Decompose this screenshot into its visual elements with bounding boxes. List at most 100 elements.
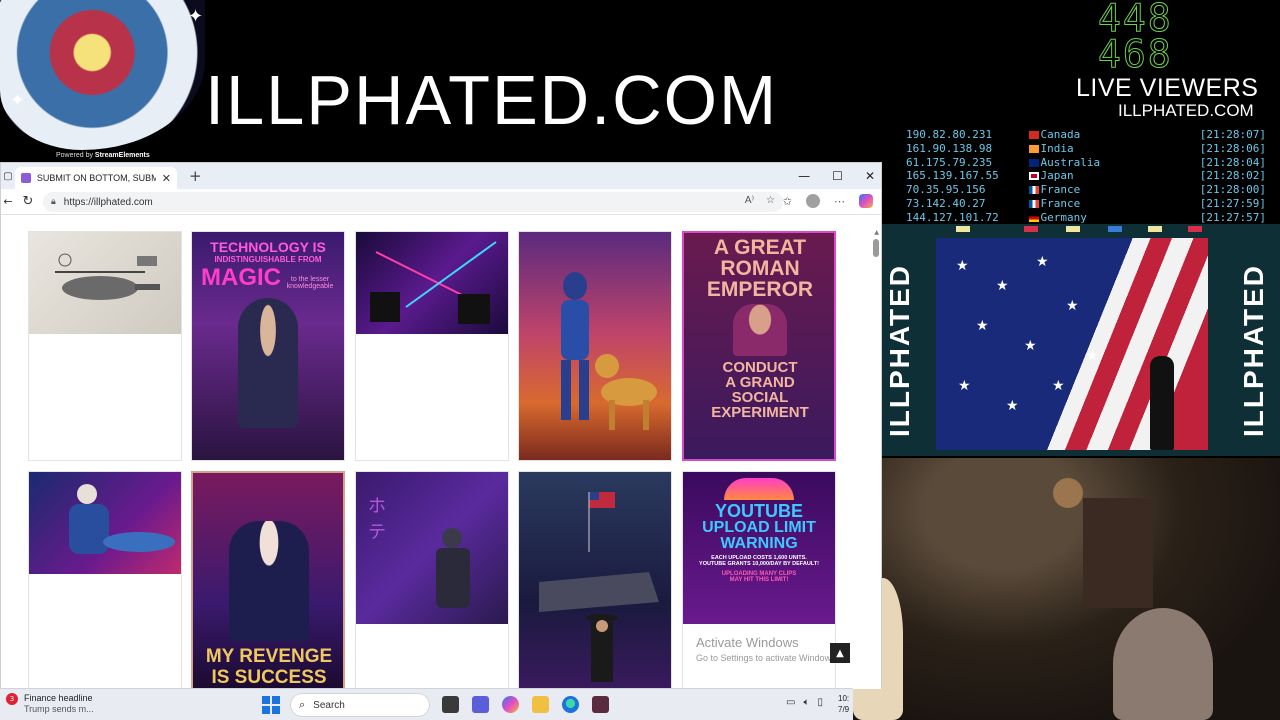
site-favicon-icon xyxy=(21,173,31,183)
favorites-icon[interactable]: ✩ xyxy=(783,195,792,208)
flag-video-panel: ★ ★ ★ ★ ★ ★ ★ ★ ★ ★ ILLPHATED ILLPHATED xyxy=(882,224,1280,456)
flag-icon xyxy=(1028,199,1039,208)
favorite-star-icon[interactable]: ☆ xyxy=(766,195,775,206)
tab-title: SUBMIT ON BOTTOM, SUBMIT AN xyxy=(36,173,156,183)
maximize-button[interactable]: ☐ xyxy=(832,169,843,183)
image-card[interactable] xyxy=(28,471,182,689)
poster-subtext: YOUTUBE GRANTS 10,000/DAY BY DEFAULT! xyxy=(699,560,819,567)
image-card[interactable]: ホ テ xyxy=(355,471,509,689)
back-button[interactable]: ← xyxy=(1,195,15,208)
alley-figure-image: ホ テ xyxy=(356,472,508,624)
technology-magic-poster: TECHNOLOGY IS INDISTINGUISHABLE FROM MAG… xyxy=(192,232,344,460)
star-icon: ★ xyxy=(956,258,969,274)
poster-headline: YOUTUBE xyxy=(714,501,803,521)
close-tab-icon[interactable]: ✕ xyxy=(162,172,171,185)
network-icon[interactable]: ▭ xyxy=(786,697,795,708)
battery-icon[interactable]: ▯ xyxy=(817,697,823,708)
tab-bar: ▢ SUBMIT ON BOTTOM, SUBMIT AN ✕ + — ☐ ✕ xyxy=(1,163,881,189)
background-shelf xyxy=(1083,498,1153,608)
star-icon: ★ xyxy=(958,378,971,394)
visitor-row: 70.35.95.156 France [21:28:00] xyxy=(906,183,1266,197)
edge-browser-icon[interactable] xyxy=(562,696,579,713)
emperor-figure xyxy=(733,304,787,356)
poster-subtext: MAY HIT THIS LIMIT! xyxy=(729,577,789,583)
flag-icon xyxy=(1028,213,1039,222)
page-content: ▲ TECHNOLOGY IS INDISTINGUISHABLE FROM M… xyxy=(1,215,881,689)
window-controls: — ☐ ✕ xyxy=(798,163,875,189)
more-menu-icon[interactable]: ⋯ xyxy=(834,195,845,208)
app-icon[interactable] xyxy=(592,696,609,713)
scrollbar-thumb[interactable] xyxy=(873,239,879,257)
profile-avatar[interactable] xyxy=(806,194,820,208)
lamp-glow xyxy=(1053,478,1083,508)
poster-headline: EMPEROR xyxy=(706,278,814,301)
roman-emperor-poster: A GREAT ROMAN EMPEROR CONDUCT A GRAND SO… xyxy=(684,233,834,459)
figure-drawing xyxy=(69,484,175,554)
scroll-to-top-button[interactable]: ▲ xyxy=(830,643,850,663)
teams-icon[interactable] xyxy=(472,696,489,713)
poster-headline: UPLOAD LIMIT xyxy=(702,519,816,536)
banner-title: ILLPHATED.COM xyxy=(205,61,779,139)
light-icon xyxy=(1108,226,1122,232)
flag-icon xyxy=(1028,144,1039,153)
image-card[interactable] xyxy=(355,231,509,461)
new-tab-button[interactable]: + xyxy=(189,167,202,185)
volume-icon[interactable]: 🔈︎ xyxy=(803,697,809,708)
image-card[interactable]: A GREAT ROMAN EMPEROR CONDUCT A GRAND SO… xyxy=(682,231,836,461)
tab-active[interactable]: SUBMIT ON BOTTOM, SUBMIT AN ✕ xyxy=(15,167,177,189)
url-text: https://illphated.com xyxy=(63,196,153,208)
sparkle-icon: ✦ xyxy=(10,90,26,111)
visitor-row: 61.175.79.235 Australia [21:28:04] xyxy=(906,155,1266,169)
poster-headline: A GRAND xyxy=(725,374,795,391)
washington-figure xyxy=(229,521,309,641)
news-title: Finance headline xyxy=(24,693,93,703)
scroll-up-arrow-icon[interactable]: ▲ xyxy=(874,229,879,236)
stage-lights xyxy=(882,226,1280,234)
light-icon xyxy=(1066,226,1080,232)
battleship-cowboy-image xyxy=(519,472,671,689)
close-window-button[interactable]: ✕ xyxy=(865,169,875,183)
star-icon: ★ xyxy=(1052,378,1065,394)
browser-window: ▢ SUBMIT ON BOTTOM, SUBMIT AN ✕ + — ☐ ✕ … xyxy=(0,162,882,689)
taskbar-search[interactable]: ⌕ Search xyxy=(290,693,430,717)
lock-icon[interactable]: 🔒︎ xyxy=(51,197,56,207)
battleship-drawing xyxy=(539,492,659,682)
image-card[interactable] xyxy=(28,231,182,461)
robot-and-dog-image xyxy=(519,232,671,460)
file-explorer-icon[interactable] xyxy=(532,696,549,713)
visitor-row: 190.82.80.231 Canada [21:28:07] xyxy=(906,128,1266,141)
star-icon: ★ xyxy=(996,278,1009,294)
image-card[interactable]: TECHNOLOGY IS INDISTINGUISHABLE FROM MAG… xyxy=(191,231,345,461)
news-widget[interactable]: 3 Finance headline Trump sends m... xyxy=(6,693,94,715)
refresh-button[interactable]: ↻ xyxy=(15,194,41,209)
poster-headline: IS SUCCESS xyxy=(211,667,327,688)
image-card[interactable]: MY REVENGE IS SUCCESS xyxy=(191,471,345,689)
robot-dog-drawing xyxy=(561,272,657,430)
address-bar-actions: A⁾ ☆ xyxy=(745,195,775,206)
poster-headline: ROMAN xyxy=(720,257,800,280)
image-card[interactable] xyxy=(518,231,672,461)
flag-icon xyxy=(1028,172,1039,181)
neon-lasers-image xyxy=(356,232,508,334)
poster-headline: CONDUCT xyxy=(722,359,798,376)
poster-headline: SOCIAL xyxy=(731,389,789,406)
copilot-icon[interactable] xyxy=(859,194,873,208)
laser-beams xyxy=(370,241,497,324)
poster-headline: WARNING xyxy=(720,535,798,552)
visitor-row: 161.90.138.98 India [21:28:06] xyxy=(906,141,1266,155)
webcam-feed xyxy=(853,458,1280,720)
image-card[interactable] xyxy=(518,471,672,689)
start-button[interactable] xyxy=(262,696,280,714)
tab-actions-icon[interactable]: ▢ xyxy=(1,163,15,189)
visitor-log: 190.82.80.231 Canada [21:28:07] 161.90.138… xyxy=(906,128,1266,225)
minimize-button[interactable]: — xyxy=(798,169,810,183)
read-aloud-icon[interactable]: A⁾ xyxy=(745,195,754,206)
search-icon: ⌕ xyxy=(299,698,306,711)
svg-text:ホ: ホ xyxy=(368,496,386,517)
task-view-icon[interactable] xyxy=(442,696,459,713)
live-viewers-label: LIVE VIEWERS xyxy=(1076,74,1259,102)
copilot-app-icon[interactable] xyxy=(502,696,519,713)
clock[interactable]: 10: 7/9 xyxy=(838,693,853,715)
address-bar[interactable]: 🔒︎ https://illphated.com A⁾ ☆ xyxy=(43,192,783,212)
cyber-washington-image xyxy=(29,472,181,574)
